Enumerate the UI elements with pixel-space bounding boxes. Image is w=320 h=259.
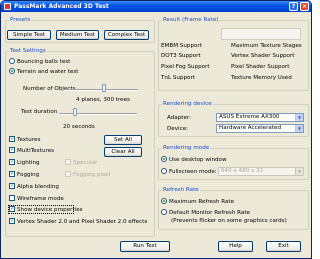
duration-slider-thumb[interactable]	[72, 108, 77, 116]
show-device-properties-label: Show device properties	[17, 207, 83, 213]
objects-value-text: 4 planes, 300 trees	[76, 97, 130, 103]
fullscreen-resolution-value: 640 x 480 x 32	[221, 168, 264, 174]
fullscreen-mode-label: Fullscreen mode:	[169, 169, 217, 175]
wireframe-mode-label: Wireframe mode	[17, 196, 64, 202]
fullscreen-resolution-select[interactable]: 640 x 480 x 32 ▼	[218, 167, 304, 176]
window-title: PassMark Advanced 3D Test	[14, 3, 109, 10]
fogging-pixel-check-box[interactable]	[65, 171, 71, 177]
help-title-button[interactable]: ?	[289, 2, 298, 11]
show-device-properties-check-box[interactable]	[9, 205, 15, 212]
vertex-pixel-shader-checkbox[interactable]: Vertex Shader 2.0 and Pixel Shader 2.0 e…	[9, 217, 148, 226]
use-desktop-window-radio-circle[interactable]	[161, 156, 167, 162]
vertex-shader-support-label: Vertex Shader Support	[231, 53, 295, 59]
fullscreen-mode-radio[interactable]: Fullscreen mode:	[161, 168, 217, 176]
terrain-water-radio-circle[interactable]	[9, 68, 15, 74]
use-desktop-window-label: Use desktop window	[169, 157, 227, 163]
chevron-down-icon[interactable]: ▼	[295, 114, 303, 121]
medium-test-button[interactable]: Medium Test	[56, 30, 99, 40]
terrain-water-radio[interactable]: Terrain and water test	[9, 68, 78, 76]
duration-slider-track[interactable]	[59, 113, 137, 115]
textures-check-box[interactable]	[9, 135, 15, 142]
maximum-refresh-rate-radio-circle[interactable]	[161, 198, 167, 204]
refresh-rate-group-title: Refresh Rate	[162, 187, 200, 193]
multitextures-label: MultiTextures	[17, 148, 55, 154]
multitextures-checkbox[interactable]: MultiTextures	[9, 146, 55, 155]
simple-test-button[interactable]: Simple Test	[7, 30, 51, 40]
objects-slider-thumb[interactable]	[102, 84, 107, 92]
specular-checkbox[interactable]: Specular	[65, 159, 97, 167]
set-all-button[interactable]: Set All	[104, 135, 142, 145]
alpha-blending-check-box[interactable]	[9, 182, 15, 189]
bouncing-balls-radio[interactable]: Bouncing balls test	[9, 58, 70, 66]
prevents-flicker-note: (Prevents flicker on some graphics cards…	[171, 218, 287, 224]
bouncing-balls-radio-circle[interactable]	[9, 58, 15, 64]
fogging-pixel-label: Fogging pixel	[73, 172, 111, 178]
duration-value-text: 20 seconds	[63, 124, 95, 130]
lighting-label: Lighting	[17, 160, 40, 166]
complex-test-button[interactable]: Complex Test	[104, 30, 149, 40]
fogging-pixel-checkbox[interactable]: Fogging pixel	[65, 171, 110, 179]
vertex-pixel-shader-label: Vertex Shader 2.0 and Pixel Shader 2.0 e…	[17, 219, 148, 225]
lighting-checkbox[interactable]: Lighting	[9, 158, 40, 167]
lighting-check-box[interactable]	[9, 158, 15, 165]
default-monitor-refresh-label: Default Monitor Refresh Rate	[169, 210, 250, 216]
presets-group-title: Presets	[9, 17, 32, 23]
multitextures-check-box[interactable]	[9, 146, 15, 153]
adapter-select[interactable]: ASUS Extreme AX300 ▼	[216, 113, 304, 122]
embm-support-label: EMBM Support	[161, 43, 202, 49]
rendering-device-group-title: Rendering device	[162, 101, 213, 107]
run-test-button[interactable]: Run Test	[120, 241, 170, 252]
device-label: Device:	[167, 126, 189, 132]
terrain-water-label: Terrain and water test	[17, 69, 79, 75]
default-monitor-refresh-radio-circle[interactable]	[161, 209, 167, 215]
frame-rate-display	[221, 28, 301, 40]
exit-button[interactable]: Exit	[266, 241, 301, 252]
test-duration-label: Test duration	[21, 109, 58, 115]
wireframe-mode-check-box[interactable]	[9, 195, 15, 201]
fullscreen-mode-radio-circle[interactable]	[161, 168, 167, 174]
wireframe-mode-checkbox[interactable]: Wireframe mode	[9, 195, 64, 203]
show-device-properties-checkbox[interactable]: Show device properties	[9, 205, 83, 214]
alpha-blending-checkbox[interactable]: Alpha blending	[9, 182, 59, 191]
max-texture-stages-label: Maximum Texture Stages	[231, 43, 302, 49]
help-button[interactable]: Help	[218, 241, 253, 252]
bouncing-balls-label: Bouncing balls test	[17, 59, 71, 65]
use-desktop-window-radio[interactable]: Use desktop window	[161, 156, 227, 164]
maximum-refresh-rate-label: Maximum Refresh Rate	[169, 199, 235, 205]
clear-all-button[interactable]: Clear All	[104, 147, 142, 157]
textures-checkbox[interactable]: Textures	[9, 135, 41, 144]
result-group-title: Result (Frame Rate)	[162, 17, 220, 23]
fogging-check-box[interactable]	[9, 170, 15, 177]
close-button[interactable]: ×	[300, 2, 309, 11]
title-bar[interactable]: PassMark Advanced 3D Test ? ×	[1, 1, 311, 12]
objects-slider-track[interactable]	[63, 89, 138, 91]
pixel-fog-support-label: Pixel Fog Support	[161, 64, 210, 70]
dialog-window: PassMark Advanced 3D Test ? × Presets Si…	[0, 0, 312, 259]
chevron-down-icon[interactable]: ▼	[295, 125, 303, 132]
app-icon	[4, 3, 11, 10]
vertex-pixel-shader-check-box[interactable]	[9, 217, 15, 224]
fogging-label: Fogging	[17, 172, 40, 178]
default-monitor-refresh-radio[interactable]: Default Monitor Refresh Rate	[161, 209, 250, 217]
textures-label: Textures	[17, 137, 41, 143]
specular-label: Specular	[73, 160, 98, 166]
specular-check-box[interactable]	[65, 159, 71, 165]
adapter-select-value: ASUS Extreme AX300	[219, 114, 280, 120]
test-settings-group-title: Test Settings	[9, 48, 47, 54]
texture-memory-used-label: Texture Memory Used	[231, 75, 292, 81]
chevron-down-icon[interactable]: ▼	[295, 168, 303, 175]
rendering-mode-group-title: Rendering mode	[162, 145, 211, 151]
device-select-value: Hardware Accelerated	[219, 125, 282, 131]
dot3-support-label: DOT3 Support	[161, 53, 201, 59]
device-select[interactable]: Hardware Accelerated ▼	[216, 124, 304, 133]
adapter-label: Adapter:	[167, 115, 191, 121]
pixel-shader-support-label: Pixel Shader Support	[231, 64, 290, 70]
maximum-refresh-rate-radio[interactable]: Maximum Refresh Rate	[161, 198, 234, 206]
alpha-blending-label: Alpha blending	[17, 184, 59, 190]
fogging-checkbox[interactable]: Fogging	[9, 170, 40, 179]
tnl-support-label: TnL Support	[161, 75, 195, 81]
